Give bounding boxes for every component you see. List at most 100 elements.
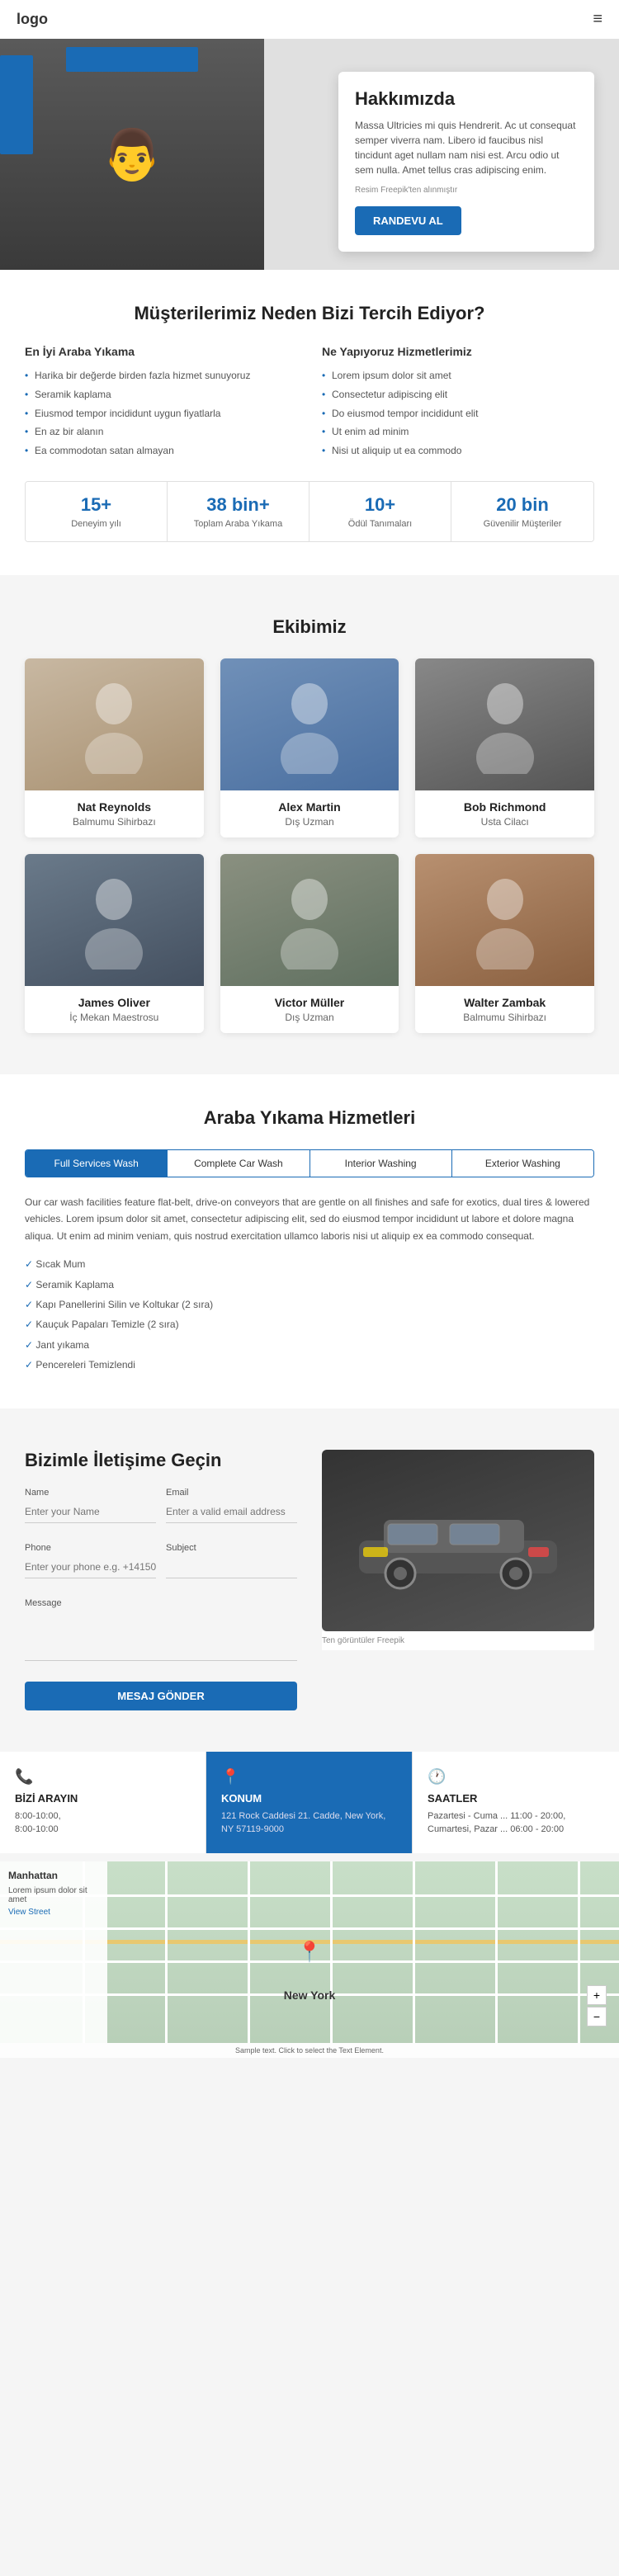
- stat-label: Toplam Araba Yıkama: [176, 519, 300, 529]
- services-title: Araba Yıkama Hizmetleri: [25, 1107, 594, 1129]
- list-item: Lorem ipsum dolor sit amet: [322, 366, 594, 385]
- stat-experience: 15+ Deneyim yılı: [26, 482, 168, 541]
- info-box-phone-text: 8:00-10:00, 8:00-10:00: [15, 1809, 191, 1837]
- team-name: James Oliver: [37, 996, 191, 1009]
- list-item: Ut enim ad minim: [322, 422, 594, 441]
- info-box-hours-title: SAATLER: [428, 1792, 604, 1805]
- why-choose-columns: En İyi Araba Yıkama Harika bir değerde b…: [25, 345, 594, 460]
- email-input[interactable]: [166, 1501, 297, 1523]
- zoom-out-button[interactable]: −: [587, 2007, 607, 2026]
- team-photo-nat: [25, 658, 204, 790]
- service-feature: Pencereleri Temizlendi: [25, 1355, 594, 1375]
- subject-label: Subject: [166, 1543, 297, 1553]
- stat-washes: 38 bin+ Toplam Araba Yıkama: [168, 482, 310, 541]
- col1-title: En İyi Araba Yıkama: [25, 345, 297, 358]
- service-feature: Kapı Panellerini Silin ve Koltukar (2 sı…: [25, 1295, 594, 1314]
- info-box-location-text: 121 Rock Caddesi 21. Cadde, New York, NY…: [221, 1809, 397, 1837]
- info-box-hours: 🕐 SAATLER Pazartesi - Cuma ... 11:00 - 2…: [413, 1752, 619, 1853]
- hamburger-icon[interactable]: ≡: [593, 10, 602, 29]
- logo: logo: [17, 11, 48, 28]
- stat-number: 20 bin: [460, 494, 585, 516]
- name-input[interactable]: [25, 1501, 156, 1523]
- info-box-phone-title: BİZİ ARAYIN: [15, 1792, 191, 1805]
- tab-interior[interactable]: Interior Washing: [310, 1150, 452, 1177]
- subject-input[interactable]: [166, 1556, 297, 1578]
- team-role: İç Mekan Maestrosu: [37, 1012, 191, 1023]
- sample-text: Sample text. Click to select the Text El…: [0, 2043, 619, 2058]
- service-feature: Seramik Kaplama: [25, 1275, 594, 1295]
- stats-bar: 15+ Deneyim yılı 38 bin+ Toplam Araba Yı…: [25, 481, 594, 542]
- header: logo ≡: [0, 0, 619, 39]
- contact-car-image: [322, 1450, 594, 1631]
- submit-button[interactable]: MESAJ GÖNDER: [25, 1682, 297, 1710]
- team-photo-walter: [415, 854, 594, 986]
- col-best-wash: En İyi Araba Yıkama Harika bir değerde b…: [25, 345, 297, 460]
- stat-customers: 20 bin Güvenilir Müşteriler: [451, 482, 593, 541]
- email-field: Email: [166, 1488, 297, 1523]
- info-box-location-title: KONUM: [221, 1792, 397, 1805]
- team-card-4: Victor Müller Dış Uzman: [220, 854, 399, 1033]
- location-icon: 📍: [221, 1768, 397, 1786]
- message-input[interactable]: [25, 1611, 297, 1661]
- list-item: Harika bir değerde birden fazla hizmet s…: [25, 366, 297, 385]
- map-sidebar-text2[interactable]: View Street: [8, 1908, 99, 1917]
- hero-photo-credit: Resim Freepik'ten alınmıştır: [355, 184, 578, 196]
- team-grid: Nat Reynolds Balmumu Sihirbazı Alex Mart…: [25, 658, 594, 1033]
- hero-image: 👨: [0, 39, 264, 270]
- team-role: Usta Cilacı: [428, 816, 582, 828]
- list-item: Eiusmod tempor incididunt uygun fiyatlar…: [25, 404, 297, 423]
- appointment-button[interactable]: RANDEVU AL: [355, 206, 461, 235]
- stat-awards: 10+ Ödül Tanımaları: [310, 482, 451, 541]
- tab-complete-car[interactable]: Complete Car Wash: [168, 1150, 310, 1177]
- phone-icon: 📞: [15, 1768, 191, 1786]
- list-item: Do eiusmod tempor incididunt elit: [322, 404, 594, 423]
- team-name: Nat Reynolds: [37, 800, 191, 814]
- stat-label: Güvenilir Müşteriler: [460, 519, 585, 529]
- contact-grid: Bizimle İletişime Geçin Name Email Phone…: [25, 1450, 594, 1710]
- team-name: Alex Martin: [233, 800, 387, 814]
- team-photo-james: [25, 854, 204, 986]
- team-role: Balmumu Sihirbazı: [428, 1012, 582, 1023]
- team-card-0: Nat Reynolds Balmumu Sihirbazı: [25, 658, 204, 837]
- stat-number: 10+: [318, 494, 442, 516]
- services-section: Araba Yıkama Hizmetleri Full Services Wa…: [0, 1074, 619, 1408]
- name-label: Name: [25, 1488, 156, 1498]
- map-city-label: New York: [284, 1989, 336, 2002]
- team-section: Ekibimiz Nat Reynolds Balmumu Sihirbazı: [0, 583, 619, 1066]
- team-title: Ekibimiz: [25, 616, 594, 638]
- clock-icon: 🕐: [428, 1768, 604, 1786]
- why-choose-section: Müşterilerimiz Neden Bizi Tercih Ediyor?…: [0, 270, 619, 575]
- team-info: James Oliver İç Mekan Maestrosu: [25, 986, 204, 1033]
- map-controls: + −: [587, 1985, 607, 2026]
- subject-field: Subject: [166, 1543, 297, 1578]
- service-feature: Sıcak Mum: [25, 1254, 594, 1274]
- map-sidebar-label: Manhattan: [8, 1870, 99, 1881]
- info-box-location: 📍 KONUM 121 Rock Caddesi 21. Cadde, New …: [206, 1752, 413, 1853]
- map-background: Manhattan Lorem ipsum dolor sit amet Vie…: [0, 1861, 619, 2043]
- list-item: Ea commodotan satan almayan: [25, 441, 297, 460]
- list-item: En az bir alanın: [25, 422, 297, 441]
- col1-list: Harika bir değerde birden fazla hizmet s…: [25, 366, 297, 460]
- team-role: Balmumu Sihirbazı: [37, 816, 191, 828]
- hero-section: 👨 Hakkımızda Massa Ultricies mi quis Hen…: [0, 39, 619, 270]
- zoom-in-button[interactable]: +: [587, 1985, 607, 2005]
- team-info: Bob Richmond Usta Cilacı: [415, 790, 594, 837]
- blue-accent-left: [0, 55, 33, 154]
- email-label: Email: [166, 1488, 297, 1498]
- message-field: Message: [25, 1598, 297, 1665]
- list-item: Seramik kaplama: [25, 385, 297, 404]
- tab-full-service[interactable]: Full Services Wash: [26, 1150, 168, 1177]
- service-feature: Kauçuk Papaları Temizle (2 sıra): [25, 1314, 594, 1334]
- list-item: Nisi ut aliquip ut ea commodo: [322, 441, 594, 460]
- form-row-name-email: Name Email: [25, 1488, 297, 1533]
- team-role: Dış Uzman: [233, 816, 387, 828]
- service-features-list: Sıcak Mum Seramik Kaplama Kapı Panelleri…: [25, 1254, 594, 1375]
- contact-title: Bizimle İletişime Geçin: [25, 1450, 297, 1471]
- service-description: Our car wash facilities feature flat-bel…: [25, 1194, 594, 1244]
- hero-description: Massa Ultricies mi quis Hendrerit. Ac ut…: [355, 118, 578, 177]
- tab-exterior[interactable]: Exterior Washing: [452, 1150, 593, 1177]
- team-photo-victor: [220, 854, 399, 986]
- team-card-1: Alex Martin Dış Uzman: [220, 658, 399, 837]
- contact-section: Bizimle İletişime Geçin Name Email Phone…: [0, 1417, 619, 1743]
- phone-input[interactable]: [25, 1556, 156, 1578]
